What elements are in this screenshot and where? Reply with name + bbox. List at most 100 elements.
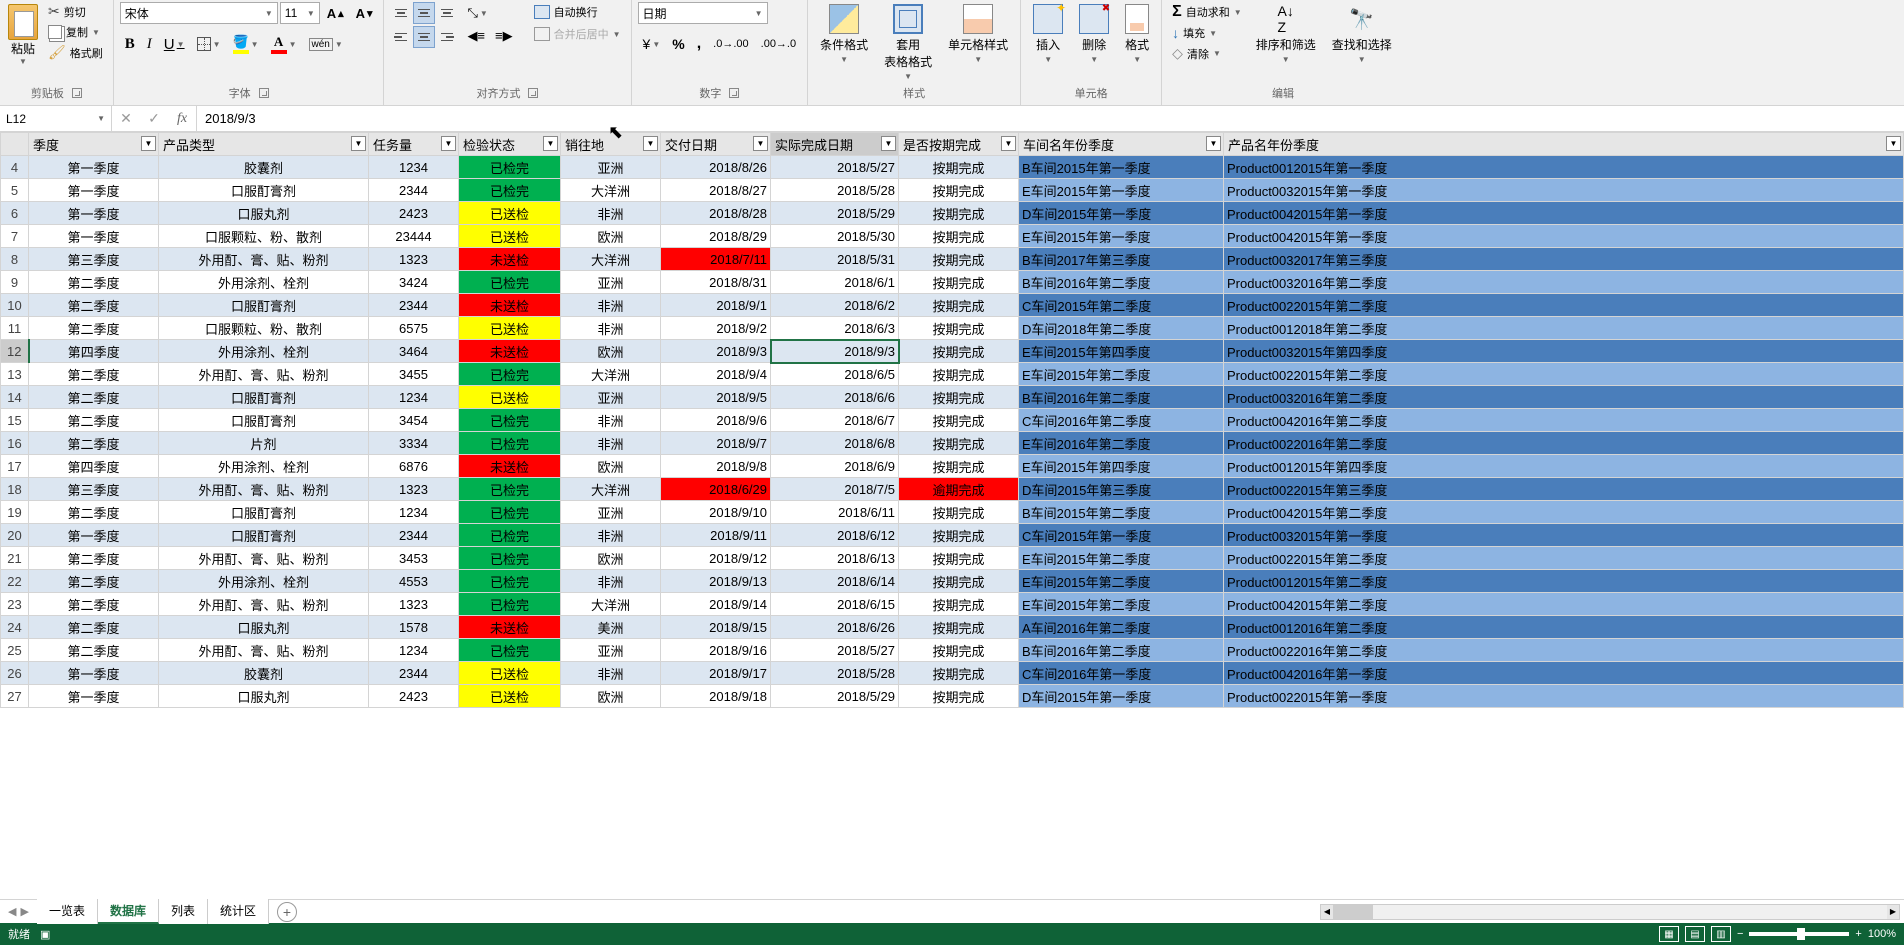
select-all-cell[interactable] xyxy=(1,133,29,156)
filter-dropdown-icon[interactable]: ▼ xyxy=(1206,136,1221,151)
cell[interactable]: 2018/7/5 xyxy=(771,478,899,501)
cell[interactable]: 口服酊膏剂 xyxy=(159,179,369,202)
cell[interactable]: 2018/6/1 xyxy=(771,271,899,294)
decrease-decimal-button[interactable]: .00→.0 xyxy=(756,32,801,56)
confirm-formula-button[interactable]: ✓ xyxy=(140,106,168,131)
cell[interactable]: 2018/8/27 xyxy=(661,179,771,202)
format-painter-button[interactable]: 🖌格式刷 xyxy=(44,43,107,62)
cell[interactable]: 1234 xyxy=(369,386,459,409)
column-header[interactable]: 交付日期▼ xyxy=(661,133,771,156)
dialog-launcher[interactable] xyxy=(729,88,739,98)
align-center-button[interactable] xyxy=(413,26,435,48)
column-header[interactable]: 实际完成日期▼ xyxy=(771,133,899,156)
cell[interactable]: 2018/6/7 xyxy=(771,409,899,432)
cell[interactable]: Product0042015年第二季度 xyxy=(1224,593,1904,616)
cell[interactable]: 大洋洲 xyxy=(561,478,661,501)
row-header[interactable]: 7 xyxy=(1,225,29,248)
clear-button[interactable]: ◇清除▼ xyxy=(1168,44,1246,63)
cell[interactable]: 1323 xyxy=(369,248,459,271)
cell[interactable]: 口服酊膏剂 xyxy=(159,386,369,409)
cell[interactable]: 非洲 xyxy=(561,524,661,547)
cell-status[interactable]: 已检完 xyxy=(459,271,561,294)
cell-status[interactable]: 已送检 xyxy=(459,685,561,708)
table-row[interactable]: 5第一季度口服酊膏剂2344已检完大洋洲2018/8/272018/5/28按期… xyxy=(1,179,1904,202)
sheet-tab[interactable]: 统计区 xyxy=(208,899,269,924)
cell[interactable]: D车间2015年第一季度 xyxy=(1019,202,1224,225)
cell[interactable]: Product0012018年第二季度 xyxy=(1224,317,1904,340)
cell[interactable]: 按期完成 xyxy=(899,455,1019,478)
cell-status[interactable]: 已检完 xyxy=(459,570,561,593)
cell[interactable]: 欧洲 xyxy=(561,685,661,708)
cell[interactable]: 非洲 xyxy=(561,317,661,340)
column-header[interactable]: 任务量▼ xyxy=(369,133,459,156)
cell[interactable]: Product0022015年第三季度 xyxy=(1224,478,1904,501)
comma-button[interactable] xyxy=(692,32,706,56)
macro-record-icon[interactable]: ▣ xyxy=(40,928,50,941)
cell[interactable]: 按期完成 xyxy=(899,662,1019,685)
cell[interactable]: 2344 xyxy=(369,294,459,317)
table-row[interactable]: 15第二季度口服酊膏剂3454已检完非洲2018/9/62018/6/7按期完成… xyxy=(1,409,1904,432)
cell[interactable]: 2018/9/4 xyxy=(661,363,771,386)
cell-status[interactable]: 已送检 xyxy=(459,202,561,225)
column-header[interactable]: 季度▼ xyxy=(29,133,159,156)
align-middle-button[interactable] xyxy=(413,2,435,24)
cell[interactable]: 按期完成 xyxy=(899,202,1019,225)
cell-status[interactable]: 未送检 xyxy=(459,294,561,317)
cell[interactable]: 2018/8/31 xyxy=(661,271,771,294)
cell[interactable]: 口服丸剂 xyxy=(159,202,369,225)
cell[interactable]: 非洲 xyxy=(561,294,661,317)
cell[interactable]: 第二季度 xyxy=(29,547,159,570)
cell[interactable]: 2018/5/30 xyxy=(771,225,899,248)
cell[interactable]: 按期完成 xyxy=(899,409,1019,432)
cell[interactable]: 2018/9/14 xyxy=(661,593,771,616)
cell[interactable]: 第四季度 xyxy=(29,340,159,363)
cell[interactable]: E车间2016年第二季度 xyxy=(1019,432,1224,455)
cell[interactable]: 口服丸剂 xyxy=(159,616,369,639)
table-format-button[interactable]: 套用 表格格式▼ xyxy=(878,2,938,83)
cell[interactable]: 2018/5/29 xyxy=(771,202,899,225)
filter-dropdown-icon[interactable]: ▼ xyxy=(1886,136,1901,151)
table-row[interactable]: 8第三季度外用酊、膏、贴、粉剂1323未送检大洋洲2018/7/112018/5… xyxy=(1,248,1904,271)
table-row[interactable]: 26第一季度胶囊剂2344已送检非洲2018/9/172018/5/28按期完成… xyxy=(1,662,1904,685)
border-button[interactable]: ▼ xyxy=(192,34,226,54)
cell[interactable]: 亚洲 xyxy=(561,386,661,409)
cell[interactable]: Product0022016年第二季度 xyxy=(1224,639,1904,662)
phonetic-button[interactable]: wén▼ xyxy=(304,35,348,54)
cell[interactable]: 第二季度 xyxy=(29,386,159,409)
row-header[interactable]: 11 xyxy=(1,317,29,340)
cell[interactable]: A车间2016年第二季度 xyxy=(1019,616,1224,639)
table-row[interactable]: 16第二季度片剂3334已检完非洲2018/9/72018/6/8按期完成E车间… xyxy=(1,432,1904,455)
page-break-view-button[interactable]: ▥ xyxy=(1711,926,1731,942)
paste-button[interactable]: 粘贴 ▼ xyxy=(6,2,40,68)
row-header[interactable]: 16 xyxy=(1,432,29,455)
table-row[interactable]: 7第一季度口服颗粒、粉、散剂23444已送检欧洲2018/8/292018/5/… xyxy=(1,225,1904,248)
cell[interactable]: 3424 xyxy=(369,271,459,294)
cell[interactable]: 口服颗粒、粉、散剂 xyxy=(159,317,369,340)
cell[interactable]: 第三季度 xyxy=(29,248,159,271)
cell[interactable]: D车间2015年第一季度 xyxy=(1019,685,1224,708)
cell-style-button[interactable]: 单元格样式▼ xyxy=(942,2,1014,66)
autosum-button[interactable]: Σ自动求和▼ xyxy=(1168,2,1246,22)
cell-status[interactable]: 已检完 xyxy=(459,478,561,501)
cell[interactable]: 2018/9/7 xyxy=(661,432,771,455)
row-header[interactable]: 19 xyxy=(1,501,29,524)
row-header[interactable]: 6 xyxy=(1,202,29,225)
cell-status[interactable]: 已检完 xyxy=(459,524,561,547)
cell[interactable]: 2018/6/29 xyxy=(661,478,771,501)
cell[interactable]: 2018/6/26 xyxy=(771,616,899,639)
row-header[interactable]: 8 xyxy=(1,248,29,271)
delete-button[interactable]: 删除▼ xyxy=(1073,2,1115,66)
cell[interactable]: 第三季度 xyxy=(29,478,159,501)
cell[interactable]: 按期完成 xyxy=(899,156,1019,179)
align-bottom-button[interactable] xyxy=(436,2,458,24)
currency-button[interactable]: ▼ xyxy=(638,32,666,56)
cell[interactable]: 2018/6/15 xyxy=(771,593,899,616)
cell[interactable]: Product0022015年第二季度 xyxy=(1224,294,1904,317)
increase-indent-button[interactable]: ≡▶ xyxy=(490,25,518,47)
cell[interactable]: 第二季度 xyxy=(29,501,159,524)
cell[interactable]: 按期完成 xyxy=(899,501,1019,524)
zoom-level[interactable]: 100% xyxy=(1868,928,1896,940)
row-header[interactable]: 23 xyxy=(1,593,29,616)
cell[interactable]: 2018/5/27 xyxy=(771,639,899,662)
cell[interactable]: Product0042016年第二季度 xyxy=(1224,409,1904,432)
